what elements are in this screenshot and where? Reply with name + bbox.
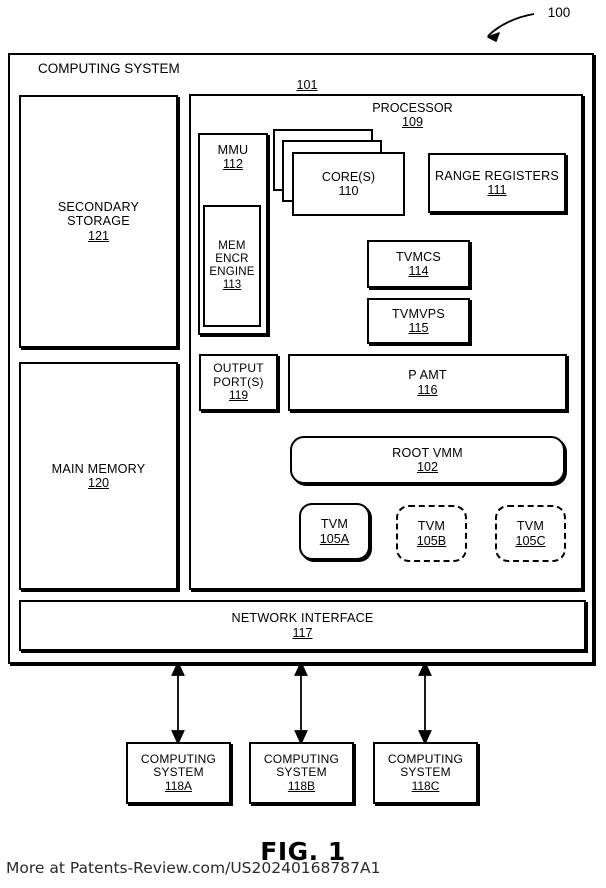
tvmcs-box: TVMCS 114	[367, 240, 470, 288]
external-computing-system-118b: COMPUTING SYSTEM 118B	[249, 742, 354, 804]
mmu-ref: 112	[222, 157, 244, 172]
output-ports-label-line1: OUTPUT	[213, 361, 264, 376]
range-registers-label: RANGE REGISTERS	[434, 168, 560, 183]
external-system-118c-ref: 118C	[411, 778, 440, 793]
external-system-118b-label-line1: COMPUTING	[263, 751, 340, 766]
cores-ref: 110	[338, 184, 359, 198]
processor-label: PROCESSOR	[372, 101, 453, 115]
external-system-118c-label-line1: COMPUTING	[387, 751, 464, 766]
pamt-ref: 116	[417, 382, 438, 397]
tvm-105a-ref: 105A	[319, 531, 350, 546]
network-interface-box: NETWORK INTERFACE 117	[19, 600, 586, 651]
range-registers-ref: 111	[487, 183, 507, 197]
processor-ref: 109	[401, 115, 423, 130]
mem-encr-engine-ref: 113	[222, 278, 242, 291]
range-registers-box: RANGE REGISTERS 111	[428, 153, 566, 213]
page-watermark: More at Patents-Review.com/US20240168787…	[6, 859, 381, 877]
tvmvps-label: TVMVPS	[392, 306, 445, 321]
mem-encr-engine-label-line3: ENGINE	[209, 266, 255, 278]
external-system-118a-ref: 118A	[164, 778, 193, 793]
root-vmm-box: ROOT VMM 102	[290, 436, 565, 484]
tvm-105b-box: TVM 105B	[396, 505, 467, 562]
output-ports-label-line2: PORT(S)	[213, 374, 264, 389]
network-interface-ref: 117	[292, 625, 313, 640]
tvm-105a-box: TVM 105A	[299, 503, 370, 560]
mem-encr-engine-label-line2: ENCR	[215, 253, 249, 266]
secondary-storage-box: SECONDARY STORAGE 121	[19, 95, 178, 348]
secondary-storage-label-line1: SECONDARY	[57, 200, 140, 215]
output-ports-ref: 119	[228, 388, 249, 403]
pamt-box: P AMT 116	[288, 354, 567, 411]
computing-system-ref-101: 101	[296, 78, 318, 92]
main-memory-label: MAIN MEMORY	[51, 461, 146, 476]
mem-encr-engine-label-line1: MEM	[218, 240, 246, 253]
external-system-118a-label-line2: SYSTEM	[153, 765, 204, 780]
pamt-label: P AMT	[408, 368, 447, 383]
external-computing-system-118c: COMPUTING SYSTEM 118C	[373, 742, 478, 804]
tvm-105b-ref: 105B	[416, 533, 447, 548]
mem-encr-engine-box: MEM ENCR ENGINE 113	[203, 205, 261, 327]
tvm-105c-box: TVM 105C	[495, 505, 566, 562]
tvm-105b-label: TVM	[417, 519, 446, 534]
processor-title: PROCESSOR 109	[330, 101, 495, 129]
root-vmm-label: ROOT VMM	[392, 445, 463, 460]
main-memory-ref: 120	[87, 476, 109, 490]
tvm-105c-label: TVM	[516, 519, 545, 534]
root-vmm-ref: 102	[416, 460, 438, 474]
cores-label: CORE(S)	[321, 170, 376, 184]
computing-system-title: COMPUTING SYSTEM	[38, 61, 180, 76]
tvmcs-ref: 114	[408, 264, 429, 278]
cores-box: CORE(S) 110	[292, 152, 405, 216]
tvmvps-ref: 115	[408, 321, 429, 335]
network-interface-label: NETWORK INTERFACE	[231, 611, 374, 626]
external-system-118a-label-line1: COMPUTING	[140, 751, 217, 766]
tvm-105a-label: TVM	[320, 517, 349, 532]
output-ports-box: OUTPUT PORT(S) 119	[199, 354, 278, 411]
secondary-storage-ref: 121	[87, 228, 109, 243]
secondary-storage-label-line2: STORAGE	[67, 214, 130, 229]
main-memory-box: MAIN MEMORY 120	[19, 362, 178, 590]
external-system-118b-ref: 118B	[287, 778, 316, 793]
tvm-105c-ref: 105C	[515, 533, 546, 548]
mmu-label: MMU	[217, 143, 249, 157]
external-system-118c-label-line2: SYSTEM	[400, 765, 451, 780]
tvmcs-label: TVMCS	[395, 249, 442, 264]
callout-100-label: 100	[547, 5, 571, 20]
external-system-118b-label-line2: SYSTEM	[276, 765, 327, 780]
external-computing-system-118a: COMPUTING SYSTEM 118A	[126, 742, 231, 804]
tvmvps-box: TVMVPS 115	[367, 298, 470, 344]
patent-figure-page: 100 COMPUTING SYSTEM 101 SECONDARY STORA…	[0, 0, 606, 888]
